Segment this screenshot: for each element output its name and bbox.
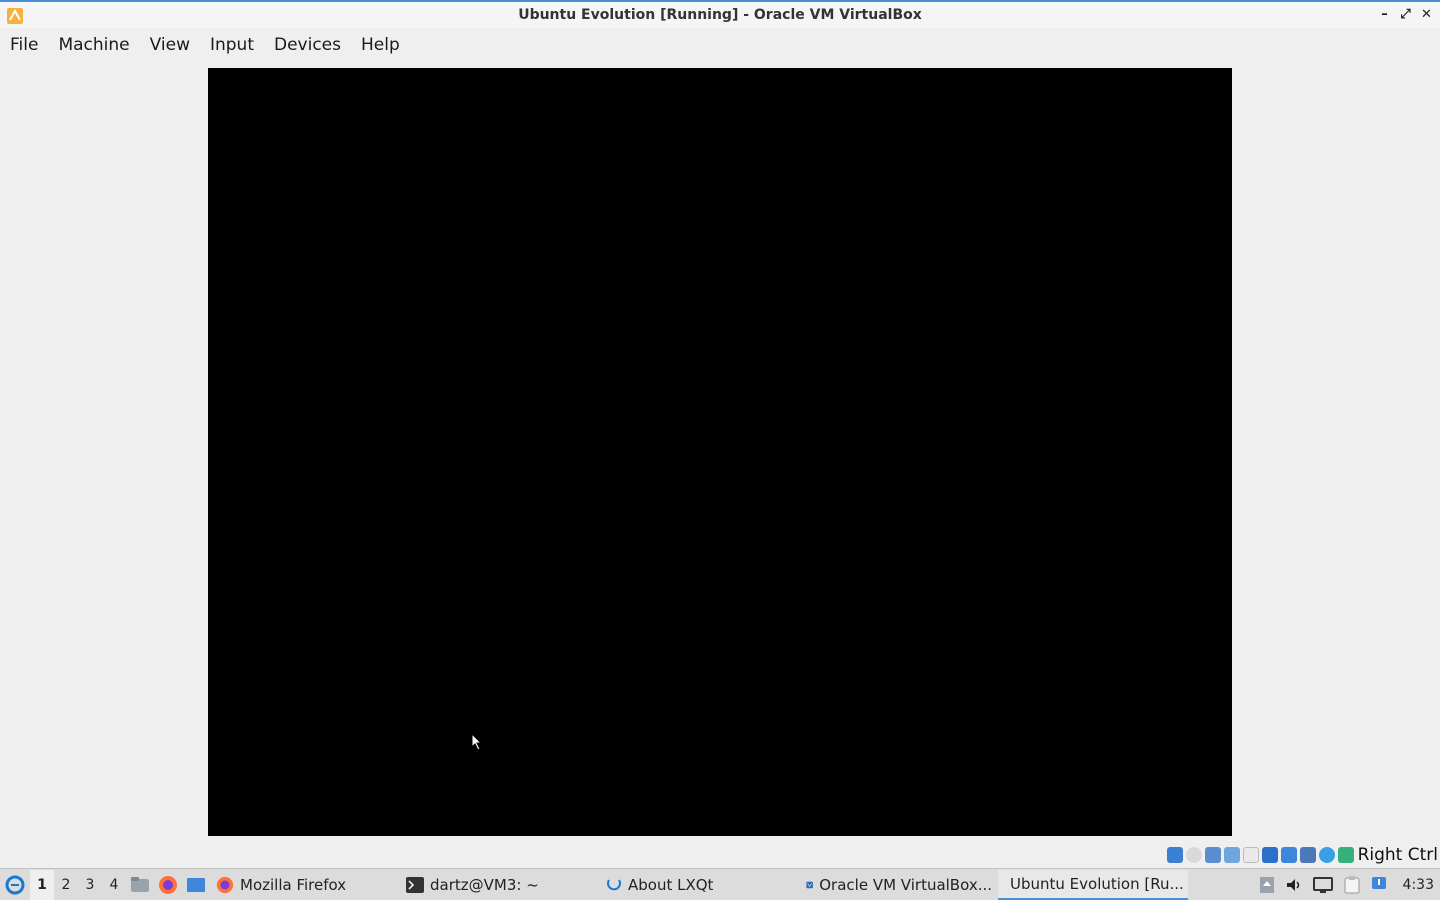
clipboard-icon[interactable] — [1343, 875, 1361, 894]
task-label: Oracle VM VirtualBox... — [819, 875, 992, 894]
menu-bar: File Machine View Input Devices Help — [0, 28, 1440, 62]
audio-icon[interactable] — [1204, 847, 1221, 863]
task-about-lxqt[interactable]: About LXQt — [600, 870, 800, 900]
menu-devices[interactable]: Devices — [264, 35, 351, 55]
maximize-button[interactable]: ⤢ — [1398, 6, 1413, 24]
volume-icon[interactable] — [1285, 876, 1303, 894]
firefox-launcher[interactable] — [154, 870, 182, 900]
workspace-3[interactable]: 3 — [78, 870, 102, 900]
file-manager-launcher[interactable] — [126, 870, 154, 900]
window-title: Ubuntu Evolution [Running] - Oracle VM V… — [518, 7, 922, 23]
tray-expand-icon[interactable] — [1259, 876, 1275, 894]
minimize-button[interactable]: – — [1377, 6, 1392, 24]
window-controls: – ⤢ ✕ — [1377, 6, 1434, 24]
menu-input[interactable]: Input — [200, 35, 264, 55]
network-icon[interactable] — [1223, 847, 1240, 863]
lxqt-logo-icon — [607, 878, 621, 890]
desktop-launcher[interactable] — [182, 870, 210, 900]
task-label: Mozilla Firefox — [240, 875, 347, 894]
display-icon[interactable] — [1280, 847, 1297, 863]
notification-icon[interactable] — [1371, 876, 1387, 894]
shared-folder-icon[interactable] — [1261, 847, 1278, 863]
firefox-icon — [216, 876, 234, 893]
terminal-icon — [406, 876, 424, 893]
mouse-integration-icon[interactable] — [1318, 847, 1335, 863]
lxqt-menu-button[interactable] — [0, 870, 30, 900]
firefox-icon — [159, 875, 177, 894]
task-terminal[interactable]: dartz@VM3: ~ — [400, 870, 600, 900]
mouse-cursor-icon — [471, 733, 483, 751]
usb-icon[interactable] — [1242, 847, 1259, 863]
task-label: Ubuntu Evolution [Ru... — [1010, 874, 1184, 893]
close-button[interactable]: ✕ — [1419, 6, 1434, 24]
menu-file[interactable]: File — [0, 35, 48, 55]
task-virtualbox-manager[interactable]: Oracle VM VirtualBox... — [800, 870, 998, 900]
workspace-4[interactable]: 4 — [102, 870, 126, 900]
menu-help[interactable]: Help — [351, 35, 410, 55]
workspace-1[interactable]: 1 — [30, 869, 54, 900]
video-capture-icon[interactable] — [1299, 847, 1316, 863]
file-manager-icon — [131, 876, 149, 892]
hard-disk-icon[interactable] — [1166, 847, 1183, 863]
task-label: About LXQt — [628, 875, 714, 894]
taskbar: 1 2 3 4 Mozilla Firefox dartz@VM3: ~ Abo… — [0, 868, 1440, 900]
menu-view[interactable]: View — [140, 35, 200, 55]
task-ubuntu-evolution[interactable]: Ubuntu Evolution [Ru... — [998, 869, 1188, 900]
system-tray: 4:33 — [1259, 875, 1440, 894]
menu-machine[interactable]: Machine — [48, 35, 139, 55]
virtualbox-app-icon — [7, 8, 23, 24]
host-key-label: Right Ctrl — [1357, 845, 1438, 865]
clock[interactable]: 4:33 — [1403, 877, 1434, 893]
virtualbox-manager-icon — [806, 881, 813, 888]
optical-disk-icon[interactable] — [1185, 847, 1202, 863]
vm-display[interactable] — [208, 68, 1232, 836]
device-status-icons — [1166, 847, 1354, 863]
lxqt-logo-icon — [5, 875, 25, 894]
task-firefox[interactable]: Mozilla Firefox — [210, 870, 400, 900]
keyboard-capture-icon[interactable] — [1337, 847, 1354, 863]
task-label: dartz@VM3: ~ — [430, 875, 539, 894]
network-monitor-icon[interactable] — [1312, 876, 1333, 894]
workspace-2[interactable]: 2 — [54, 870, 78, 900]
vm-status-bar: Right Ctrl — [0, 842, 1440, 868]
show-desktop-icon — [187, 877, 205, 892]
window-titlebar[interactable]: Ubuntu Evolution [Running] - Oracle VM V… — [0, 0, 1440, 28]
